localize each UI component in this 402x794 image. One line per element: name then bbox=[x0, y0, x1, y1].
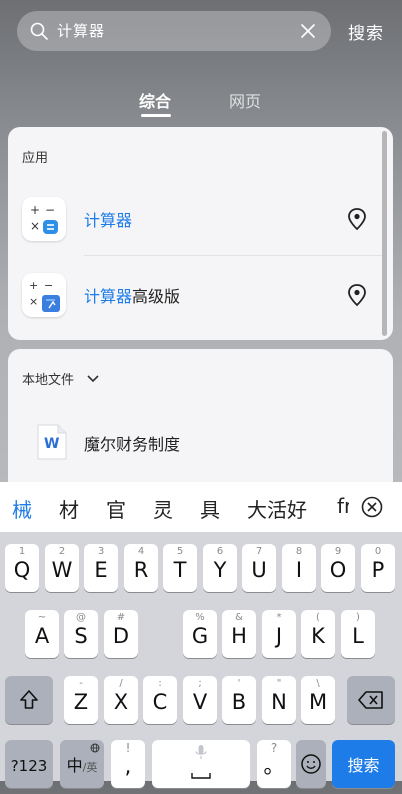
key-r[interactable]: 4R bbox=[124, 544, 158, 592]
scrollbar[interactable] bbox=[382, 131, 387, 336]
key-a[interactable]: ~ A bbox=[25, 610, 59, 658]
key-q[interactable]: 1Q bbox=[5, 544, 39, 592]
key-l[interactable]: ) L bbox=[341, 610, 375, 658]
key-p[interactable]: 0P bbox=[361, 544, 395, 592]
candidate-word[interactable]: 材 bbox=[59, 494, 79, 523]
svg-text:−: − bbox=[44, 279, 53, 292]
chevron-down-icon bbox=[87, 375, 99, 383]
key-x[interactable]: / X bbox=[104, 676, 138, 724]
key-t[interactable]: 5T bbox=[163, 544, 197, 592]
search-input[interactable]: 计算器 bbox=[57, 20, 105, 41]
key-i[interactable]: 8I bbox=[282, 544, 316, 592]
app-name: 计算器 bbox=[84, 211, 133, 230]
files-section-title[interactable]: 本地文件 bbox=[22, 369, 100, 388]
word-document-icon: W bbox=[37, 424, 67, 460]
svg-text:+: + bbox=[29, 279, 38, 292]
app-result-calculator[interactable]: + − × 计算器 bbox=[8, 189, 393, 249]
candidate-close-icon[interactable] bbox=[360, 495, 384, 519]
emoji-icon bbox=[301, 754, 321, 774]
key-m[interactable]: \ M bbox=[301, 676, 335, 724]
app-name: 计算器高级版 bbox=[84, 287, 181, 306]
app-result-calculator-pro[interactable]: + − × 计算器高级版 bbox=[8, 265, 393, 325]
key-d[interactable]: # D bbox=[104, 610, 138, 658]
svg-text:+: + bbox=[30, 203, 40, 217]
result-tabs: 综合 网页 bbox=[0, 88, 402, 118]
space-bar-icon bbox=[191, 773, 211, 779]
svg-text:×: × bbox=[30, 219, 40, 233]
svg-text:−: − bbox=[45, 203, 55, 217]
location-pin-icon[interactable] bbox=[346, 207, 368, 231]
candidate-word[interactable]: fr bbox=[337, 494, 349, 518]
svg-text:W: W bbox=[44, 436, 59, 452]
apps-section-title: 应用 bbox=[22, 151, 49, 166]
key-k[interactable]: (K bbox=[301, 610, 335, 658]
key-u[interactable]: 7U bbox=[242, 544, 276, 592]
key-y[interactable]: 6Y bbox=[203, 544, 237, 592]
key-n[interactable]: " N bbox=[262, 676, 296, 724]
candidate-word[interactable]: 大活好 bbox=[247, 494, 307, 523]
location-pin-icon[interactable] bbox=[346, 283, 368, 307]
key-h[interactable]: & H bbox=[222, 610, 256, 658]
key-b[interactable]: ' B bbox=[222, 676, 256, 724]
globe-icon bbox=[90, 743, 100, 753]
backspace-key[interactable] bbox=[347, 676, 395, 724]
key-g[interactable]: % G bbox=[183, 610, 217, 658]
apps-card: 应用 + − × 计算器 + − × 计算器高级版 bbox=[8, 127, 393, 340]
calculator-pro-app-icon: + − × bbox=[22, 273, 66, 317]
clear-icon[interactable] bbox=[298, 21, 318, 41]
tab-all[interactable]: 综合 bbox=[139, 88, 171, 112]
key-z[interactable]: -Z bbox=[64, 676, 98, 724]
row-divider bbox=[84, 255, 384, 256]
key-s[interactable]: @ S bbox=[64, 610, 98, 658]
svg-text:×: × bbox=[29, 295, 38, 308]
key-c[interactable]: :C bbox=[143, 676, 177, 724]
microphone-icon bbox=[195, 745, 207, 759]
ime-candidate-bar: 械 材 官 灵 具 大活好 fr bbox=[0, 482, 402, 532]
key-o[interactable]: 9O bbox=[321, 544, 355, 592]
search-button[interactable]: 搜索 bbox=[348, 19, 384, 44]
shift-icon bbox=[20, 690, 38, 709]
key-e[interactable]: 3E bbox=[84, 544, 118, 592]
active-tab-indicator bbox=[141, 114, 171, 117]
calculator-app-icon: + − × bbox=[22, 197, 66, 241]
search-icon bbox=[30, 22, 48, 40]
file-result-name[interactable]: 魔尔财务制度 bbox=[84, 431, 180, 455]
candidate-word[interactable]: 官 bbox=[106, 494, 126, 523]
candidate-word[interactable]: 灵 bbox=[153, 494, 173, 523]
keyboard: 1Q 2W 3E 4R 5T 6Y 7U 8I 9O 0P ~ A @ S # D %… bbox=[0, 532, 402, 788]
backspace-icon bbox=[358, 691, 383, 709]
search-bar[interactable]: 计算器 bbox=[17, 11, 331, 51]
key-v[interactable]: ; V bbox=[183, 676, 217, 724]
candidate-word[interactable]: 械 bbox=[12, 494, 32, 523]
candidate-word[interactable]: 具 bbox=[200, 494, 220, 523]
shift-key[interactable] bbox=[5, 676, 53, 724]
tab-web[interactable]: 网页 bbox=[229, 88, 261, 112]
key-w[interactable]: 2W bbox=[45, 544, 79, 592]
key-j[interactable]: * J bbox=[262, 610, 296, 658]
